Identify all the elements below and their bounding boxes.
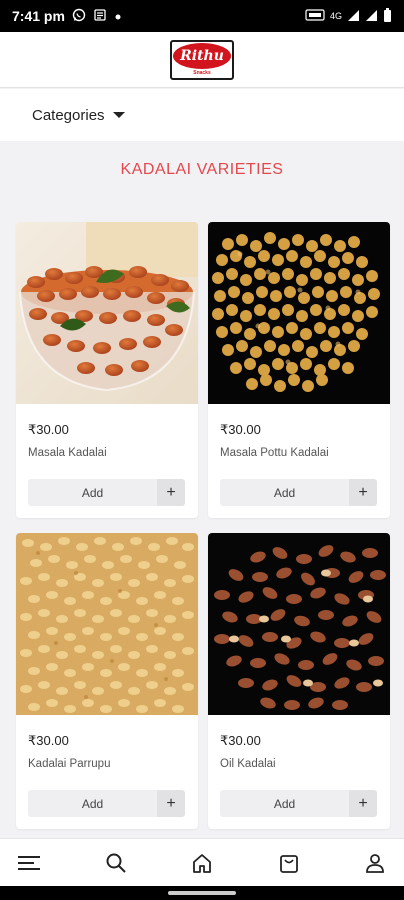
plus-icon[interactable]: + [157,790,185,817]
add-to-cart-control: Add + [28,790,185,817]
user-icon[interactable] [360,848,390,878]
cart-icon[interactable] [274,848,304,878]
product-image[interactable] [208,222,390,404]
home-gesture-pill[interactable] [168,891,236,895]
product-name[interactable]: Masala Pottu Kadalai [220,447,329,459]
volte-icon [305,8,325,24]
add-button[interactable]: Add [28,479,157,506]
product-card[interactable]: ₹30.00 Oil Kadalai Add + [208,533,390,829]
signal-icon-2 [365,9,378,24]
news-icon [93,8,107,25]
section-title: KADALAI VARIETIES [120,161,284,178]
add-to-cart-control: Add + [28,479,185,506]
product-image[interactable] [16,222,198,404]
product-image[interactable] [208,533,390,715]
categories-label: Categories [32,106,105,124]
plus-icon[interactable]: + [349,790,377,817]
product-price: ₹30.00 [28,733,69,748]
plus-icon[interactable]: + [349,479,377,506]
search-icon[interactable] [101,848,131,878]
logo-text: Rithu [180,48,224,64]
add-button[interactable]: Add [220,479,349,506]
product-price: ₹30.00 [28,422,69,437]
plus-icon[interactable]: + [157,479,185,506]
app-header: Rithu Snacks [0,32,404,88]
status-time: 7:41 pm [12,8,65,24]
product-card[interactable]: ₹30.00 Kadalai Parrupu Add + [16,533,198,829]
whatsapp-icon [72,8,86,25]
home-icon[interactable] [187,848,217,878]
battery-icon [383,8,392,24]
logo-pill: Rithu [173,43,231,69]
add-button[interactable]: Add [28,790,157,817]
add-to-cart-control: Add + [220,790,377,817]
product-card[interactable]: ₹30.00 Masala Kadalai Add + [16,222,198,518]
add-button[interactable]: Add [220,790,349,817]
notification-dot-icon [114,8,122,24]
product-name[interactable]: Masala Kadalai [28,447,107,459]
product-price: ₹30.00 [220,733,261,748]
menu-icon[interactable] [14,848,44,878]
categories-dropdown[interactable]: Categories [0,89,404,141]
brand-logo[interactable]: Rithu Snacks [170,39,234,80]
add-to-cart-control: Add + [220,479,377,506]
signal-icon [347,9,360,24]
status-bar: 7:41 pm 4G [0,0,404,32]
logo-subtext: Snacks [193,70,211,76]
product-name[interactable]: Kadalai Parrupu [28,758,110,770]
product-card[interactable]: ₹30.00 Masala Pottu Kadalai Add + [208,222,390,518]
product-image[interactable] [16,533,198,715]
product-price: ₹30.00 [220,422,261,437]
caret-down-icon [112,112,125,118]
gesture-bar [0,886,404,900]
network-type: 4G [329,11,342,21]
bottom-nav [0,838,404,886]
product-name[interactable]: Oil Kadalai [220,758,276,770]
